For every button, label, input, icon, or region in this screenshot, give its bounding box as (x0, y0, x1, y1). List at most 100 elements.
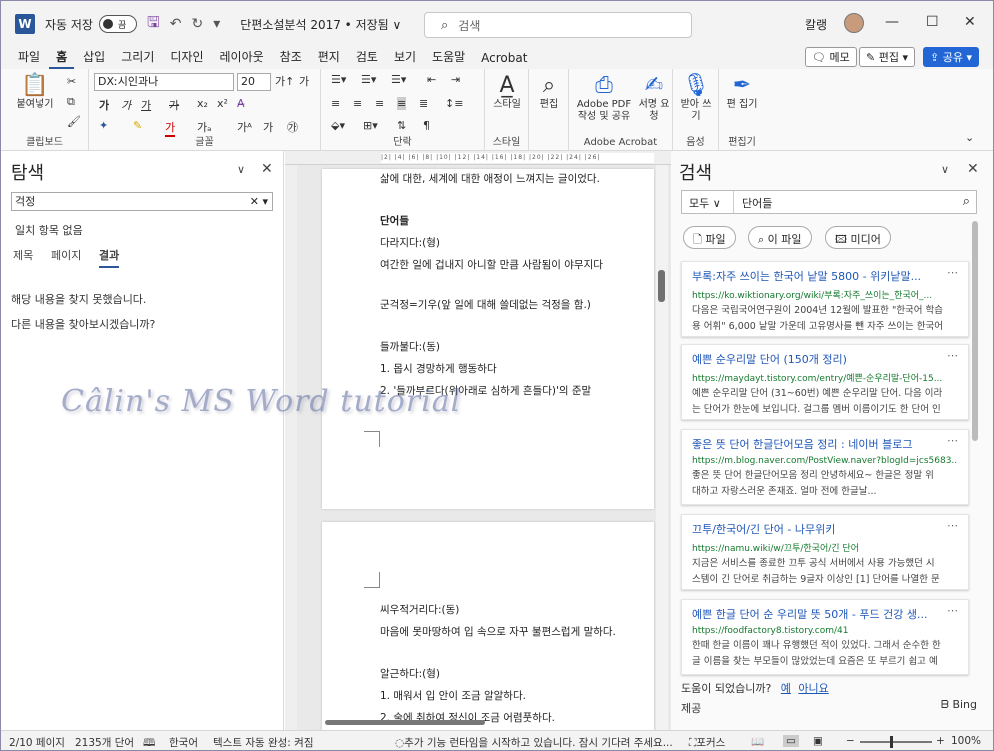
zoom-slider[interactable] (860, 736, 932, 748)
more-options-icon[interactable]: ⋯ (947, 519, 958, 532)
minimize-icon[interactable]: — (885, 14, 899, 30)
page-count[interactable]: 2/10 페이지 (9, 735, 65, 750)
underline-icon[interactable]: 가 (141, 97, 151, 113)
scope-select[interactable]: 모두 ∨ (682, 191, 734, 213)
clear-search-icon[interactable]: ✕ ▾ (250, 193, 268, 210)
tab-results[interactable]: 결과 (99, 247, 120, 268)
filter-files-chip[interactable]: 🗋 파일 (683, 226, 736, 249)
search-result-card[interactable]: 좋은 뜻 단어 한글단어모음 정리 : 네이버 블로그 https://m.bl… (681, 429, 969, 505)
scroll-thumb[interactable] (325, 720, 485, 725)
nav-options-icon[interactable]: ∨ (237, 163, 245, 176)
document-page[interactable]: 삶에 대한, 세계에 대한 애정이 느껴지는 글이었다. 단어들 다라지다:(형… (322, 169, 654, 509)
autosave-toggle[interactable]: 끔 (98, 15, 137, 33)
collapse-ribbon-icon[interactable]: ⌄ (965, 131, 974, 144)
search-pane-scrollbar[interactable] (972, 221, 978, 441)
save-icon[interactable]: 🖫 (147, 12, 160, 37)
search-pane-close-icon[interactable]: ✕ (967, 161, 979, 177)
share-button[interactable]: ⇪ 공유 ▾ (923, 47, 979, 67)
tab-mailings[interactable]: 편지 (311, 48, 347, 69)
tab-draw[interactable]: 그리기 (114, 48, 161, 69)
more-options-icon[interactable]: ⋯ (947, 604, 958, 617)
read-mode-icon[interactable]: 📖 (751, 735, 764, 748)
word-count[interactable]: 2135개 단어 (75, 735, 134, 750)
increase-indent-icon[interactable]: ⇥ (451, 73, 460, 86)
zoom-out-icon[interactable]: − (846, 735, 855, 747)
feedback-no-link[interactable]: 아니요 (798, 682, 828, 695)
grow-font-icon[interactable]: 가↑ (275, 73, 294, 89)
tab-layout[interactable]: 레이아웃 (212, 48, 270, 69)
search-pane-options-icon[interactable]: ∨ (941, 163, 949, 176)
align-center-icon[interactable]: ≡ (353, 97, 362, 110)
tab-review[interactable]: 검토 (349, 48, 385, 69)
paste-button[interactable]: 📋 붙여넣기 (13, 73, 57, 111)
user-name[interactable]: 칼랭 (805, 16, 827, 33)
sort-icon[interactable]: ⇅ (397, 119, 406, 132)
more-options-icon[interactable]: ⋯ (947, 349, 958, 362)
search-result-card[interactable]: 끄투/한국어/긴 단어 - 나무위키 https://namu.wiki/w/끄… (681, 514, 969, 590)
text-effects-icon[interactable]: ✦ (99, 119, 108, 132)
borders-icon[interactable]: ⊞▾ (363, 119, 378, 132)
search-pane-query[interactable]: 모두 ∨ 단어들 ⌕ (681, 190, 977, 214)
filter-this-file-chip[interactable]: ⌕ 이 파일 (748, 226, 812, 249)
horizontal-ruler[interactable]: |2| |4| |6| |8| |10| |12| |14| |16| |18|… (285, 151, 671, 165)
subscript-icon[interactable]: x₂ (197, 97, 208, 110)
copy-icon[interactable]: ⧉ (67, 95, 75, 109)
redo-icon[interactable]: ↻ (192, 16, 204, 32)
document-title[interactable]: 단편소설분석 2017 • 저장됨 ∨ (240, 16, 401, 33)
find-button[interactable]: ⌕ 편집 (531, 73, 567, 111)
tab-references[interactable]: 참조 (273, 48, 309, 69)
clear-format-icon[interactable]: A̶ (237, 97, 245, 110)
search-box[interactable]: ⌕ 검색 (424, 12, 692, 38)
styles-button[interactable]: A̲ 스타일 (487, 73, 527, 111)
tab-insert[interactable]: 삽입 (76, 48, 112, 69)
print-layout-icon[interactable]: ▭ (783, 735, 799, 747)
superscript-icon[interactable]: x² (217, 97, 228, 110)
tab-help[interactable]: 도움말 (425, 48, 472, 69)
tab-acrobat[interactable]: Acrobat (474, 51, 534, 69)
bold-icon[interactable]: 가 (99, 97, 109, 113)
nav-search-input[interactable]: 걱정 ✕ ▾ (11, 192, 273, 211)
tab-pages[interactable]: 페이지 (51, 247, 81, 263)
show-marks-icon[interactable]: ¶ (423, 119, 430, 132)
zoom-slider-knob[interactable] (890, 736, 893, 748)
feedback-yes-link[interactable]: 예 (781, 682, 791, 695)
font-size-select[interactable]: 20 (237, 73, 271, 91)
font-name-select[interactable]: DXː시인과나 (94, 73, 234, 91)
justify-icon[interactable]: ≡ (397, 97, 407, 110)
strikethrough-icon[interactable]: 가 (169, 97, 179, 113)
multilevel-list-icon[interactable]: ☰▾ (391, 73, 406, 86)
line-spacing-icon[interactable]: ↕≡ (445, 97, 463, 110)
vertical-scrollbar[interactable] (656, 165, 668, 730)
scroll-thumb[interactable] (658, 270, 665, 302)
tab-home[interactable]: 홈 (49, 48, 75, 69)
editing-mode-button[interactable]: ✎ 편집 ▾ (859, 47, 915, 67)
search-result-card[interactable]: 부록:자주 쓰이는 한국어 낱말 5800 - 위키낱말... https://… (681, 261, 969, 337)
italic-icon[interactable]: 가 (121, 97, 131, 113)
cut-icon[interactable]: ✂ (67, 75, 76, 88)
editor-button[interactable]: ✒ 편 집기 (723, 73, 761, 111)
horizontal-scrollbar[interactable] (315, 717, 645, 727)
avatar[interactable] (844, 13, 864, 33)
change-case-icon[interactable]: 가 (299, 73, 309, 89)
align-right-icon[interactable]: ≡ (375, 97, 384, 110)
dictate-button[interactable]: 🎙 받아 쓰기 (677, 73, 715, 123)
nav-close-icon[interactable]: ✕ (261, 161, 273, 177)
highlight-icon[interactable]: ✎ (133, 119, 142, 132)
distributed-icon[interactable]: ≣ (419, 97, 428, 110)
quick-access-dropdown-icon[interactable]: ▾ (213, 16, 220, 32)
bullets-icon[interactable]: ☰▾ (331, 73, 346, 86)
tab-headings[interactable]: 제목 (13, 247, 33, 263)
format-painter-icon[interactable]: 🖌 (67, 115, 81, 128)
search-result-card[interactable]: 예쁜 한글 단어 순 우리말 뜻 50개 - 푸드 건강 생... https:… (681, 599, 969, 675)
result-title[interactable]: 예쁜 순우리말 단어 (150개 정리) (692, 351, 958, 367)
document-page[interactable]: 씨우적거리다:(동) 마음에 못마땅하여 입 속으로 자꾸 불편스럽게 말하다.… (322, 522, 654, 730)
align-left-icon[interactable]: ≡ (331, 97, 340, 110)
shading-icon[interactable]: ⬙▾ (331, 119, 345, 132)
zoom-in-icon[interactable]: + (936, 735, 945, 747)
tab-file[interactable]: 파일 (11, 48, 47, 69)
create-pdf-button[interactable]: ⎙ Adobe PDF 작성 및 공유 (573, 73, 635, 123)
tab-design[interactable]: 디자인 (163, 48, 210, 69)
more-options-icon[interactable]: ⋯ (947, 266, 958, 279)
close-icon[interactable]: ✕ (964, 14, 976, 30)
filter-media-chip[interactable]: 🖾 미디어 (825, 226, 891, 249)
